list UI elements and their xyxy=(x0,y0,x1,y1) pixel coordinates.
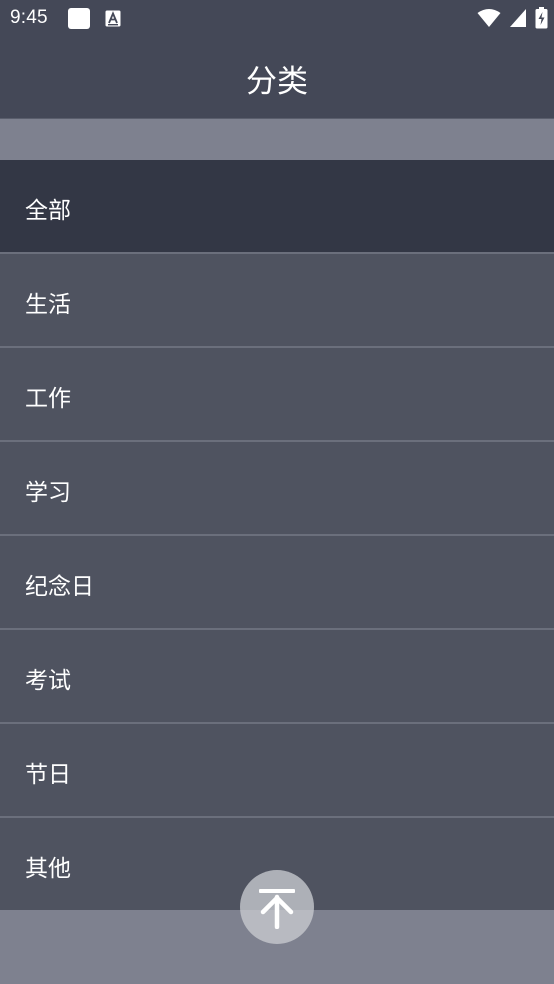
category-item-anniversary[interactable]: 纪念日 xyxy=(0,536,554,630)
category-item-study[interactable]: 学习 xyxy=(0,442,554,536)
category-label: 节日 xyxy=(25,762,71,788)
category-list: 全部 生活 工作 学习 纪念日 考试 节日 其他 xyxy=(0,160,554,910)
category-item-all[interactable]: 全部 xyxy=(0,160,554,254)
page-title: 分类 xyxy=(246,64,308,100)
status-time: 9:45 xyxy=(10,7,48,28)
notification-square-icon xyxy=(68,8,90,29)
category-item-life[interactable]: 生活 xyxy=(0,254,554,348)
category-item-work[interactable]: 工作 xyxy=(0,348,554,442)
wifi-icon xyxy=(477,9,501,27)
signal-icon xyxy=(510,9,526,27)
category-label: 全部 xyxy=(25,198,71,224)
category-item-exam[interactable]: 考试 xyxy=(0,630,554,724)
scroll-to-top-button[interactable] xyxy=(240,870,314,944)
category-label: 工作 xyxy=(25,386,71,412)
category-label: 纪念日 xyxy=(25,574,94,600)
status-icons xyxy=(477,6,548,30)
status-bar: 9:45 xyxy=(0,0,554,38)
category-label: 其他 xyxy=(25,856,71,882)
keyboard-a-icon xyxy=(105,10,121,27)
category-label: 考试 xyxy=(25,668,71,694)
app-bar: 分类 xyxy=(0,38,554,119)
category-label: 生活 xyxy=(25,292,71,318)
battery-charging-icon xyxy=(535,7,548,29)
category-label: 学习 xyxy=(25,480,71,506)
category-item-holiday[interactable]: 节日 xyxy=(0,724,554,818)
arrow-to-top-icon xyxy=(259,889,295,929)
header-spacer xyxy=(0,119,554,160)
